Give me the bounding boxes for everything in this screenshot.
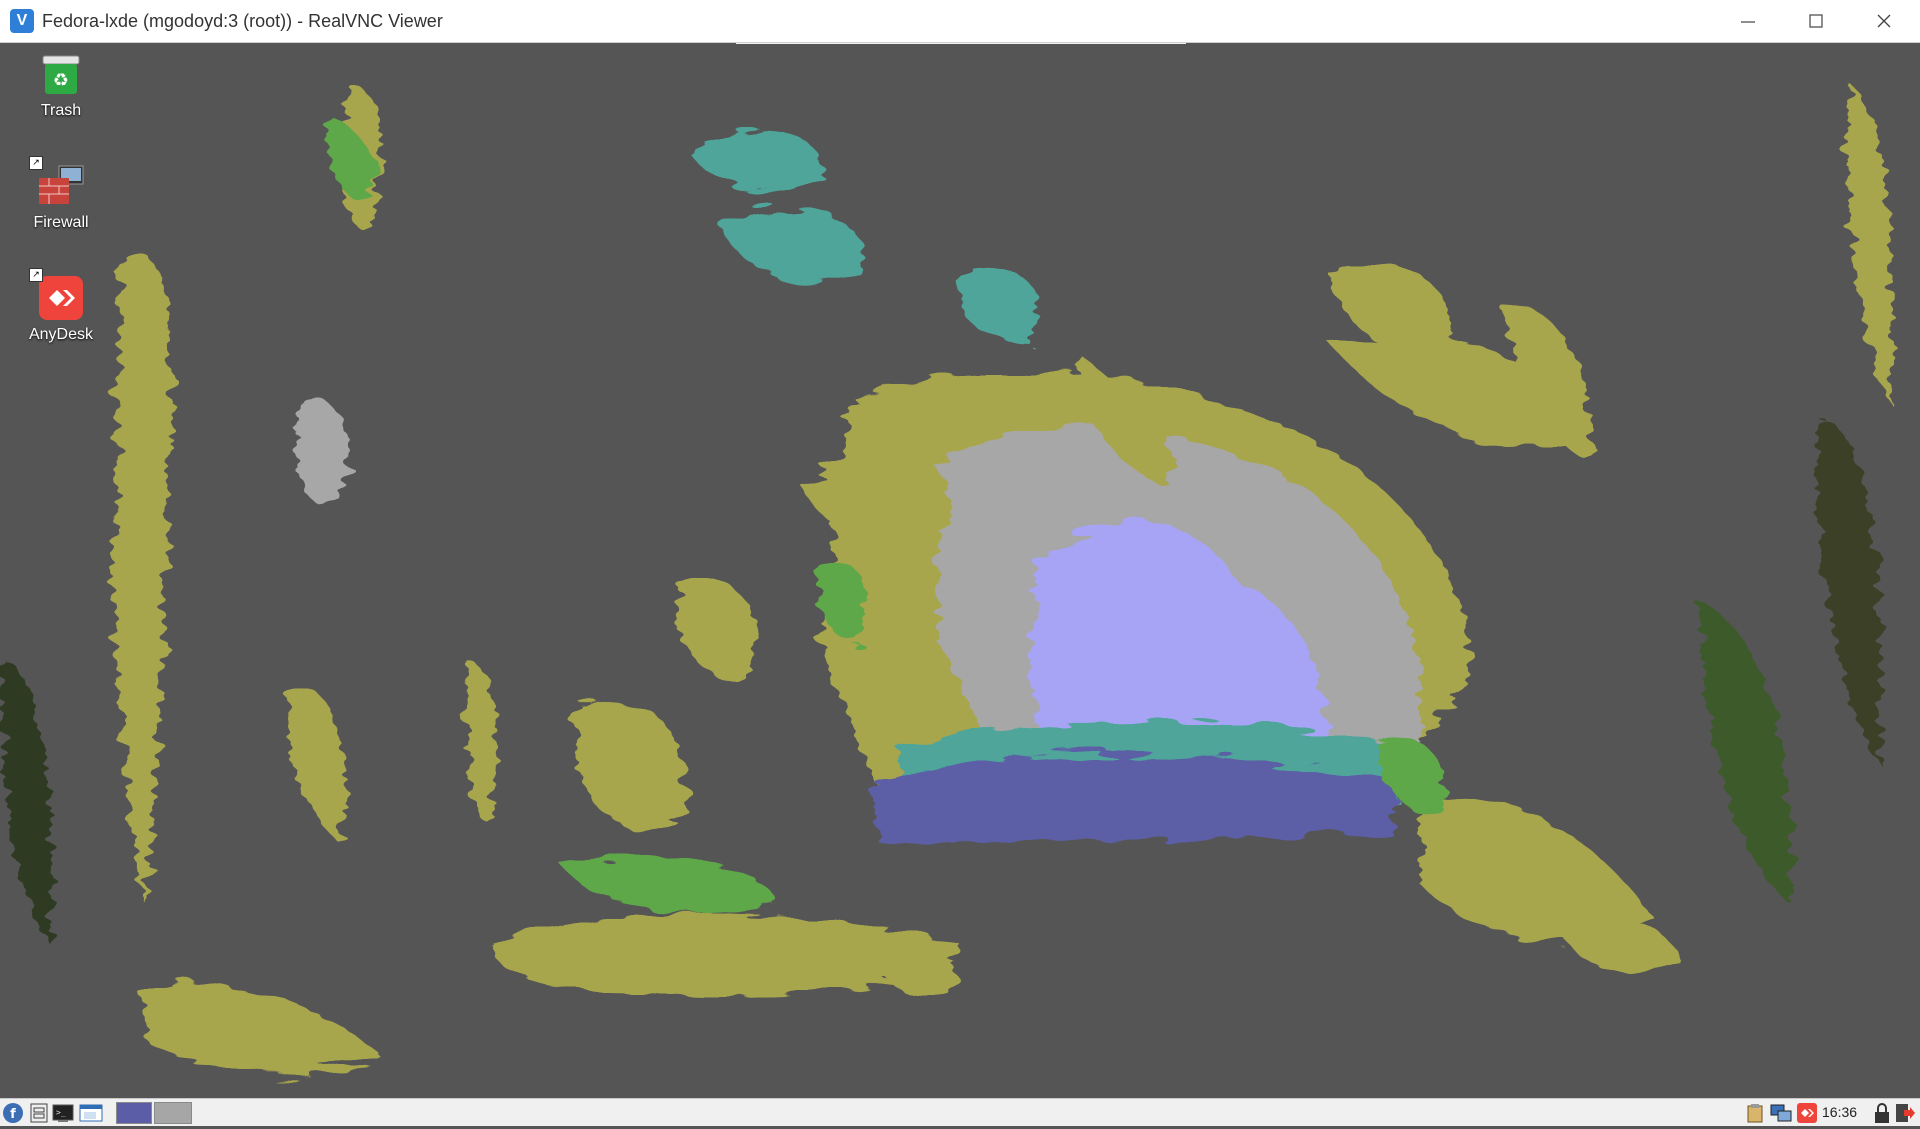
shortcut-arrow-icon: ↗ (29, 156, 43, 170)
close-button[interactable] (1850, 0, 1918, 43)
fedora-menu-icon: f (3, 1103, 23, 1123)
desktop-icon-firewall[interactable]: ↗ Firewall (18, 156, 104, 232)
anydesk-tray-icon (1797, 1103, 1817, 1123)
svg-text:♻: ♻ (53, 70, 69, 91)
lock-screen-button[interactable] (1872, 1102, 1892, 1124)
show-desktop-icon (79, 1104, 103, 1122)
maximize-icon (1809, 14, 1823, 28)
clock[interactable]: 16:36 (1822, 1104, 1857, 1120)
svg-text:f: f (10, 1107, 16, 1122)
svg-text:>_: >_ (56, 1108, 66, 1117)
fedora-menu-button[interactable]: f (2, 1102, 24, 1124)
file-manager-button[interactable] (28, 1102, 50, 1124)
minimize-button[interactable] (1714, 0, 1782, 43)
shortcut-arrow-icon: ↗ (29, 268, 43, 282)
anydesk-tray-button[interactable] (1796, 1102, 1818, 1124)
maximize-button[interactable] (1782, 0, 1850, 43)
lock-icon (1875, 1103, 1889, 1123)
network-tray-button[interactable] (1770, 1102, 1792, 1124)
desktop-wallpaper (0, 44, 1920, 1098)
desktop-icon-label: Trash (40, 102, 82, 119)
window-titlebar: V Fedora-lxde (mgodoyd:3 (root)) - RealV… (0, 0, 1920, 43)
network-icon (1770, 1104, 1792, 1122)
desktop[interactable]: ♻ Trash ↗ Firewall ↗ AnyDesk (0, 44, 1920, 1098)
desktop-icon-anydesk[interactable]: ↗ AnyDesk (18, 268, 104, 344)
workspace-1-pager[interactable] (116, 1102, 152, 1124)
desktop-icon-label: Firewall (33, 214, 89, 231)
workspace-2-pager[interactable] (154, 1102, 192, 1124)
show-desktop-button[interactable] (76, 1102, 110, 1124)
terminal-icon: >_ (52, 1104, 74, 1122)
anydesk-icon: ↗ (29, 268, 85, 322)
minimize-icon (1741, 21, 1755, 23)
realvnc-icon: V (10, 9, 34, 33)
window-title: Fedora-lxde (mgodoyd:3 (root)) - RealVNC… (42, 11, 443, 31)
logout-icon (1896, 1104, 1915, 1122)
clipboard-tray-button[interactable] (1744, 1102, 1766, 1124)
close-icon (1877, 14, 1891, 28)
desktop-icon-trash[interactable]: ♻ Trash (18, 50, 104, 120)
firewall-icon: ↗ (29, 156, 85, 210)
trash-icon: ♻ (37, 50, 85, 98)
desktop-icon-label: AnyDesk (28, 326, 94, 343)
file-manager-icon (30, 1103, 48, 1123)
clipboard-icon (1747, 1104, 1763, 1123)
taskbar: f >_ 16:36 (0, 1098, 1920, 1126)
terminal-button[interactable]: >_ (52, 1102, 74, 1124)
logout-button[interactable] (1894, 1102, 1916, 1124)
